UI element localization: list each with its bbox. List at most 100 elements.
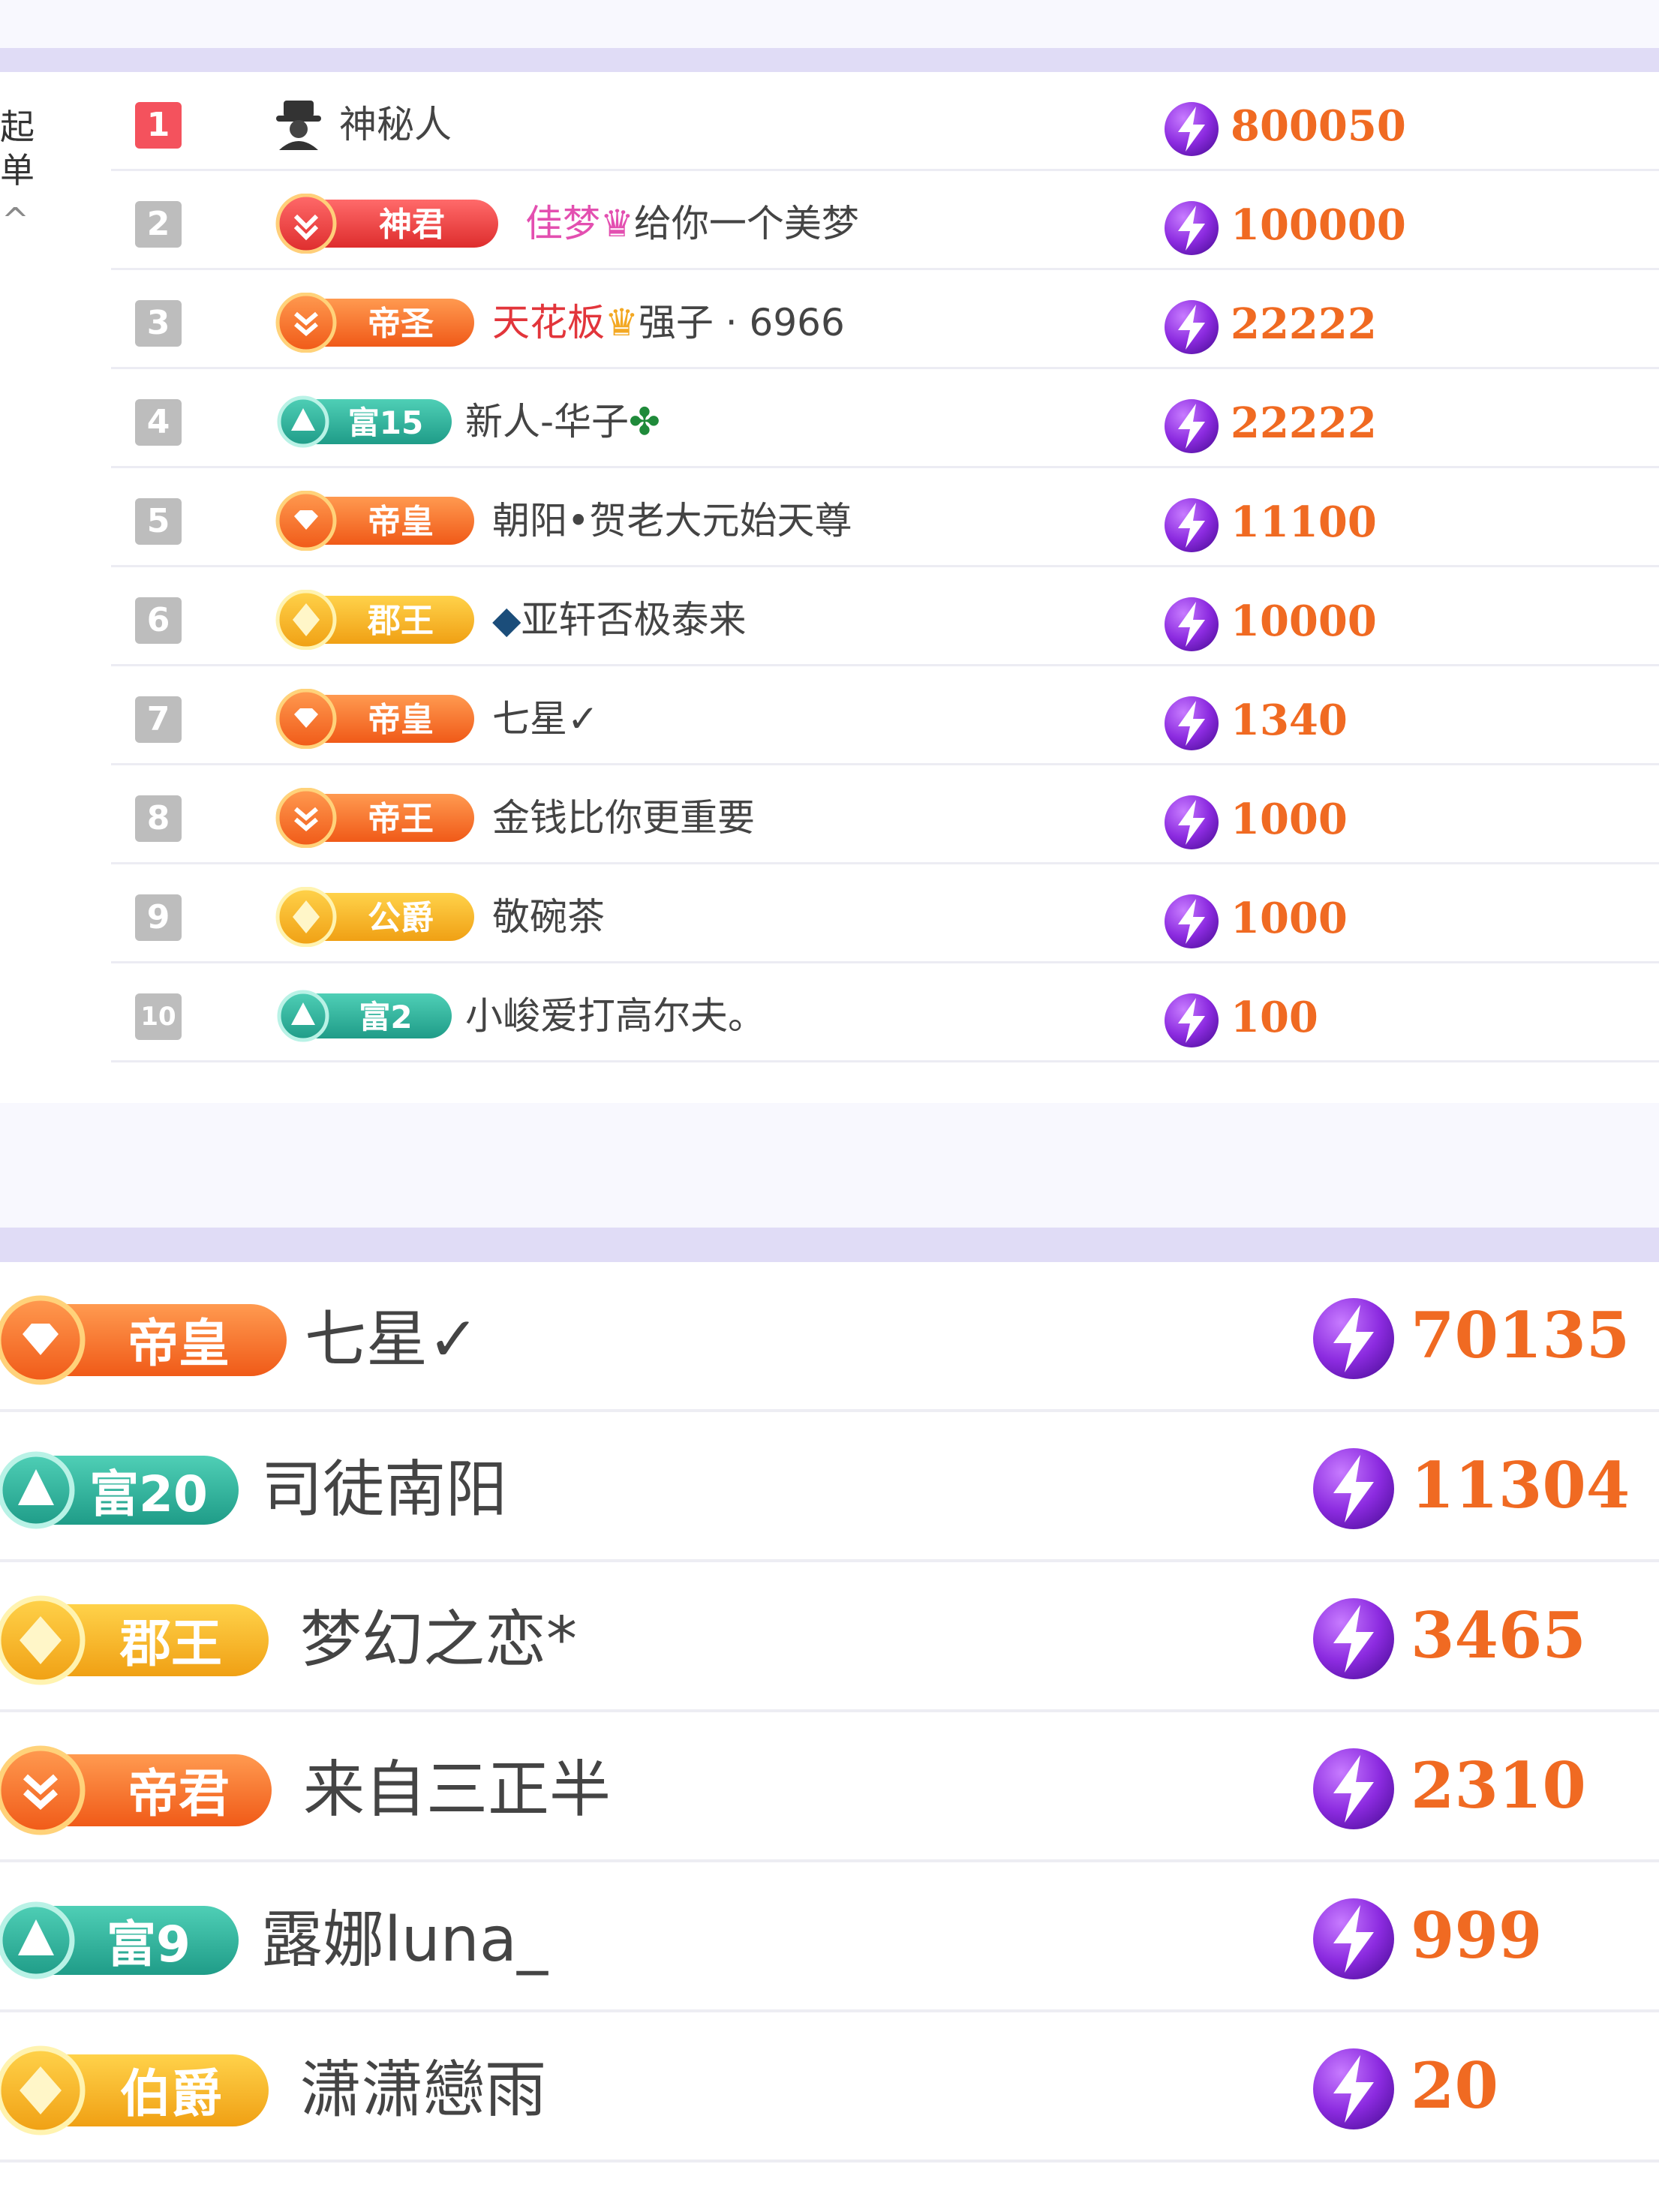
contributor-row[interactable]: 富9 露娜luna_ 999 [0, 1862, 1659, 2012]
badge-label: 帝皇 [128, 1315, 230, 1374]
score-value: 1000 [1231, 795, 1348, 844]
ranking-row[interactable]: 3 帝圣 天花板♛强子 · 6966 22222 [0, 270, 1659, 369]
ranking-row[interactable]: 4 富15 新人-华子✤ 22222 [0, 369, 1659, 468]
lightning-orb-icon [1313, 1448, 1394, 1529]
user-name[interactable]: 新人-华子✤ [465, 399, 660, 444]
badge-label: 帝皇 [368, 701, 434, 739]
lightning-orb-icon [1165, 399, 1219, 453]
contributor-list[interactable]: 帝皇 七星✓ 70135 富20 司徒南阳 11304 郡王 梦幻之恋* 346… [0, 1262, 1659, 2212]
lightning-orb-icon [1313, 1898, 1394, 1979]
score-value: 999 [1411, 1898, 1543, 1973]
rank-number: 8 [135, 795, 182, 842]
score-value: 1340 [1231, 696, 1348, 745]
score-value: 1000 [1231, 894, 1348, 943]
user-name[interactable]: 七星✓ [305, 1304, 479, 1376]
ranking-row[interactable]: 9 公爵 敬碗茶 1000 [0, 864, 1659, 963]
score: 1340 [1162, 693, 1348, 756]
score: 10000 [1162, 594, 1377, 657]
score: 11304 [1309, 1444, 1630, 1537]
user-name[interactable]: 来自三正半 [303, 1754, 611, 1826]
score-value: 100000 [1231, 200, 1406, 250]
score: 22222 [1162, 297, 1377, 360]
badge-label: 富9 [107, 1916, 191, 1973]
score-value: 2310 [1411, 1748, 1586, 1823]
user-name[interactable]: 潇潇戀雨 [300, 2054, 546, 2126]
badge-label: 伯爵 [120, 2065, 222, 2124]
score: 999 [1309, 1894, 1542, 1987]
section-divider [0, 48, 1659, 72]
level-badge: 神君 [275, 194, 498, 254]
ranking-row-partial[interactable] [0, 1062, 1659, 1103]
score-value: 100 [1231, 993, 1318, 1042]
score-value: 70135 [1411, 1298, 1630, 1372]
level-badge: 富15 [277, 395, 452, 448]
user-name[interactable]: 司徒南阳 [261, 1454, 507, 1526]
lightning-orb-icon [1165, 201, 1219, 255]
score-value: 11100 [1231, 497, 1377, 547]
score-value: 20 [1411, 2048, 1498, 2123]
rank-number: 9 [135, 894, 182, 941]
lightning-orb-icon [1165, 696, 1219, 750]
rank-number: 7 [135, 696, 182, 743]
name-main: 新人-华子 [465, 400, 630, 443]
contributor-row[interactable]: 帝皇 七星✓ 70135 [0, 1262, 1659, 1412]
lightning-orb-icon [1165, 993, 1219, 1047]
level-badge: 郡王 [0, 1595, 269, 1685]
user-name[interactable]: 敬碗茶 [492, 894, 605, 939]
score-value: 11304 [1411, 1448, 1630, 1522]
user-name[interactable]: 朝阳•贺老大元始天尊 [492, 498, 852, 543]
rank-number: 5 [135, 498, 182, 545]
score-value: 800050 [1231, 101, 1406, 151]
score: 800050 [1162, 99, 1406, 162]
user-name[interactable]: 露娜luna_ [261, 1904, 548, 1976]
lightning-orb-icon [1165, 300, 1219, 354]
level-badge: 帝皇 [275, 689, 474, 749]
level-badge: 富9 [0, 1901, 239, 1979]
user-name[interactable]: 天花板♛强子 · 6966 [492, 300, 845, 345]
user-name[interactable]: 梦幻之恋* [300, 1604, 577, 1676]
top-strip [0, 0, 1659, 48]
level-badge: 帝皇 [0, 1295, 287, 1385]
lightning-orb-icon [1165, 795, 1219, 849]
ranking-row[interactable]: 7 帝皇 七星✓ 1340 [0, 666, 1659, 765]
badge-label: 富20 [89, 1465, 208, 1523]
ranking-row[interactable]: 1 神秘人 800050 [0, 72, 1659, 171]
contributor-row[interactable]: 帝君 来自三正半 2310 [0, 1712, 1659, 1862]
user-name[interactable]: ◆亚轩否极泰来 [492, 597, 746, 642]
rank-number: 10 [135, 993, 182, 1040]
ranking-row[interactable]: 10 富2 小峻爱打高尔夫。 100 [0, 963, 1659, 1062]
lightning-orb-icon [1313, 2048, 1394, 2129]
ranking-row[interactable]: 5 帝皇 朝阳•贺老大元始天尊 11100 [0, 468, 1659, 567]
ranking-row[interactable]: 6 郡王 ◆亚轩否极泰来 10000 [0, 567, 1659, 666]
name-main: 强子 · 6966 [638, 301, 845, 344]
section-divider [0, 1228, 1659, 1262]
ranking-row[interactable]: 8 帝王 金钱比你更重要 1000 [0, 765, 1659, 864]
clover-icon: ✤ [629, 400, 660, 443]
user-name[interactable]: 神秘人 [339, 102, 452, 147]
score-value: 22222 [1231, 299, 1377, 349]
score: 100000 [1162, 198, 1406, 261]
user-name[interactable]: 佳梦♛给你一个美梦 [525, 201, 859, 246]
level-badge: 公爵 [275, 887, 474, 947]
user-name[interactable]: 小峻爱打高尔夫。 [465, 993, 765, 1038]
badge-label: 帝圣 [368, 305, 434, 343]
ranking-row[interactable]: 2 神君 佳梦♛给你一个美梦 100000 [0, 171, 1659, 270]
score: 22222 [1162, 396, 1377, 459]
level-badge: 伯爵 [0, 2045, 269, 2135]
rank-number: 3 [135, 300, 182, 347]
user-name[interactable]: 金钱比你更重要 [492, 795, 755, 840]
lightning-orb-icon [1165, 498, 1219, 552]
contributor-row[interactable]: 富20 司徒南阳 11304 [0, 1412, 1659, 1562]
name-prefix: 佳梦 [525, 202, 600, 245]
score-value: 3465 [1411, 1598, 1586, 1673]
contributor-row[interactable]: 伯爵 潇潇戀雨 20 [0, 2012, 1659, 2162]
user-name[interactable]: 七星✓ [492, 696, 599, 741]
ranking-list[interactable]: 1 神秘人 800050 2 神君 佳梦♛给你一个美梦 100000 3 帝圣 … [0, 72, 1659, 1103]
rank-number: 4 [135, 399, 182, 446]
spy-icon [276, 101, 321, 150]
fish-icon: ◆ [492, 598, 521, 642]
contributor-row[interactable]: 郡王 梦幻之恋* 3465 [0, 1562, 1659, 1712]
score-value: 22222 [1231, 398, 1377, 448]
crown-icon: ♛ [600, 202, 634, 245]
badge-label: 神君 [379, 206, 445, 244]
